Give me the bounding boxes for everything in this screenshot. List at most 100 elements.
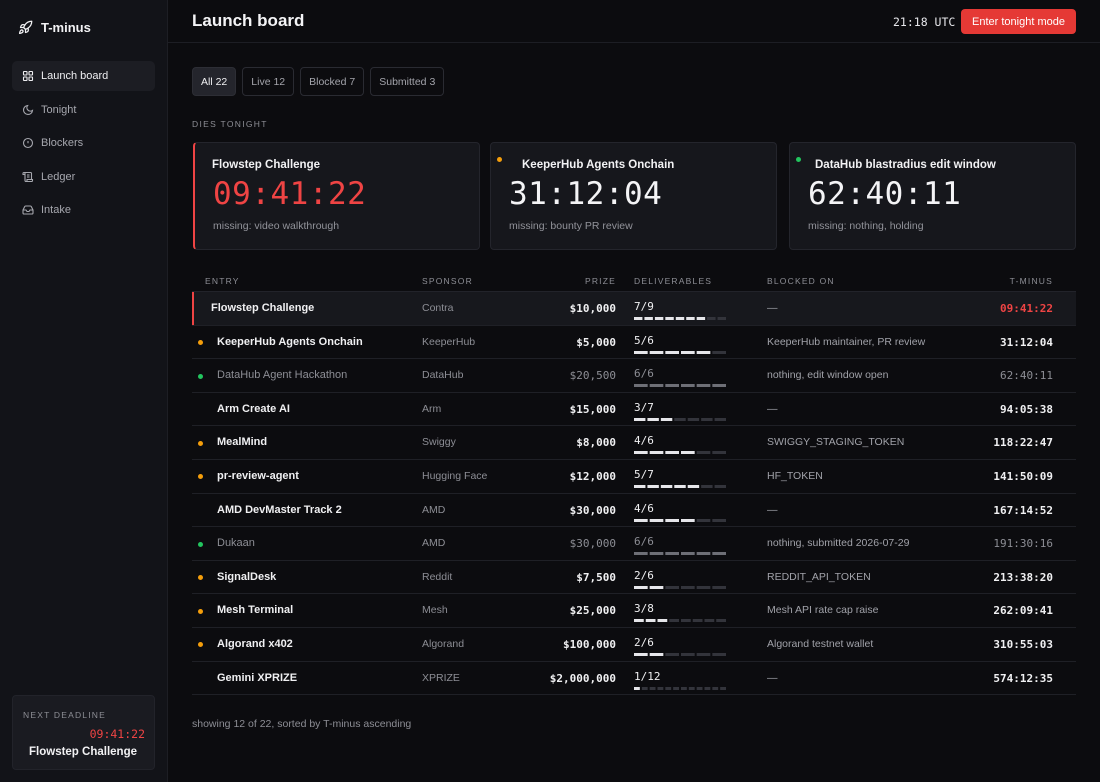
tab-live[interactable]: Live 12 [242, 67, 295, 96]
progress-segment-pending [716, 619, 726, 623]
countdown-card[interactable]: KeeperHub Agents Onchain 31:12:04 missin… [490, 142, 777, 250]
table-row[interactable]: pr-review-agent Hugging Face $12,000 5/7 HF_… [192, 460, 1076, 494]
column-header-tminus[interactable]: T-MINUS [1010, 276, 1053, 286]
next-deadline-time: 09:41:22 [89, 727, 145, 741]
table-row[interactable]: Dukaan AMD $30,000 6/6 nothing, submitted 20… [192, 527, 1076, 561]
progress-segment-pending [712, 350, 726, 354]
column-header-deliverables[interactable]: DELIVERABLES [634, 276, 712, 286]
progress-segment-done [712, 552, 726, 556]
status-dot [198, 340, 203, 346]
enter-tonight-mode-button[interactable]: Enter tonight mode [961, 9, 1076, 34]
card-title: Flowstep Challenge [212, 159, 320, 171]
countdown-card[interactable]: DataHub blastradius edit window 62:40:11… [789, 142, 1076, 250]
tminus-countdown: 574:12:35 [993, 671, 1053, 685]
table-footnote: showing 12 of 22, sorted by T-minus asce… [192, 718, 412, 730]
column-header-sponsor[interactable]: SPONSOR [422, 276, 473, 286]
table-row[interactable]: Mesh Terminal Mesh $25,000 3/8 Mesh API rate… [192, 594, 1076, 628]
table-row[interactable]: SignalDesk Reddit $7,500 2/6 REDDIT_API_TOKE… [192, 561, 1076, 595]
progress-segment-done [634, 350, 648, 354]
blocked-on: REDDIT_API_TOKEN [767, 570, 871, 583]
tab-blocked[interactable]: Blocked 7 [300, 67, 365, 96]
progress-segment-pending [696, 585, 711, 589]
progress-segment-pending [688, 686, 695, 690]
sidebar-item-blockers[interactable]: Blockers [12, 128, 155, 158]
progress-segment-pending [681, 619, 691, 623]
table-row[interactable]: KeeperHub Agents Onchain KeeperHub $5,000 5… [192, 326, 1076, 360]
sidebar-nav: Launch board Tonight Blockers Ledger Int… [12, 61, 155, 229]
entry-name: DataHub Agent Hackathon [217, 369, 348, 382]
progress-segment-done [634, 484, 646, 488]
blocked-on: HF_TOKEN [767, 469, 823, 482]
table-row[interactable]: Flowstep Challenge Contra $10,000 7/9 — 09:41… [192, 292, 1076, 326]
status-dot [198, 608, 203, 614]
progress-segment-done [634, 317, 643, 320]
column-header-prize[interactable]: PRIZE [585, 276, 616, 286]
progress-segment-pending [717, 317, 726, 320]
deliverables-progress [634, 686, 726, 690]
deliverables-progress [634, 619, 726, 623]
tab-all[interactable]: All 22 [192, 67, 237, 96]
sidebar-item-ledger[interactable]: Ledger [12, 162, 155, 192]
progress-segment-pending [712, 652, 726, 656]
scroll-icon [22, 171, 34, 182]
progress-segment-done [712, 384, 726, 388]
prize-amount: $8,000 [576, 436, 616, 450]
prize-amount: $5,000 [576, 335, 616, 349]
table-header: ENTRY SPONSOR PRIZE DELIVERABLES BLOCKED… [192, 271, 1076, 292]
progress-segment-done [686, 317, 695, 320]
prize-amount: $7,500 [576, 570, 616, 584]
blocked-on: nothing, submitted 2026-07-29 [767, 537, 910, 550]
progress-segment-pending [696, 686, 703, 690]
table-row[interactable]: Gemini XPRIZE XPRIZE $2,000,000 1/12 — 574:12… [192, 662, 1076, 696]
prize-amount: $20,500 [569, 369, 616, 383]
next-deadline-label: NEXT DEADLINE [23, 710, 106, 720]
deliverables-count: 4/6 [634, 501, 654, 515]
table-row[interactable]: MealMind Swiggy $8,000 4/6 SWIGGY_STAGING_TO… [192, 426, 1076, 460]
progress-segment-pending [674, 417, 686, 421]
progress-segment-done [634, 585, 648, 589]
next-deadline-card[interactable]: NEXT DEADLINE 09:41:22 Flowstep Challeng… [12, 695, 155, 770]
entry-name: Dukaan [217, 537, 255, 550]
sponsor-name: AMD [422, 537, 446, 550]
column-header-entry[interactable]: ENTRY [205, 276, 240, 286]
blocked-on: — [767, 302, 778, 314]
table-row[interactable]: Arm Create AI Arm $15,000 3/7 — 94:05:38 [192, 393, 1076, 427]
table-row[interactable]: AMD DevMaster Track 2 AMD $30,000 4/6 — 167:1… [192, 494, 1076, 528]
deliverables-progress [634, 451, 726, 455]
table-row[interactable]: DataHub Agent Hackathon DataHub $20,500 6/6… [192, 359, 1076, 393]
blocked-on: — [767, 402, 778, 415]
progress-segment-pending [641, 686, 648, 690]
progress-segment-pending [704, 619, 715, 623]
tminus-countdown: 262:09:41 [993, 604, 1053, 618]
progress-segment-done [674, 484, 686, 488]
card-countdown: 09:41:22 [213, 176, 367, 212]
progress-segment-done [687, 484, 700, 488]
progress-segment-done [634, 552, 648, 556]
blocked-on: KeeperHub maintainer, PR review [767, 335, 926, 348]
column-header-blocked-on[interactable]: BLOCKED ON [767, 276, 835, 286]
app-name: T-minus [41, 19, 91, 35]
deliverables-progress [634, 384, 726, 388]
progress-segment-pending [681, 585, 695, 589]
table-row[interactable]: Algorand x402 Algorand $100,000 2/6 Algorand… [192, 628, 1076, 662]
sidebar-item-launch-board[interactable]: Launch board [12, 61, 155, 91]
progress-segment-pending [681, 686, 687, 690]
tminus-countdown: 213:38:20 [993, 570, 1053, 584]
progress-segment-pending [701, 417, 713, 421]
brand[interactable]: T-minus [18, 17, 91, 37]
progress-segment-done [665, 518, 679, 522]
tminus-countdown: 62:40:11 [1000, 369, 1053, 383]
progress-segment-done [696, 552, 711, 556]
progress-segment-pending [669, 619, 679, 623]
sidebar-item-intake[interactable]: Intake [12, 195, 155, 225]
progress-segment-done [647, 417, 659, 421]
entry-name: KeeperHub Agents Onchain [217, 335, 363, 348]
status-dot [198, 642, 203, 648]
tab-submitted[interactable]: Submitted 3 [370, 67, 445, 96]
sidebar: T-minus Launch board Tonight Blockers Le… [0, 0, 168, 782]
moon-icon [22, 104, 34, 115]
sidebar-item-tonight[interactable]: Tonight [12, 95, 155, 125]
progress-segment-done [649, 451, 664, 455]
countdown-card[interactable]: Flowstep Challenge 09:41:22 missing: vid… [193, 142, 480, 250]
progress-segment-done [696, 384, 711, 388]
